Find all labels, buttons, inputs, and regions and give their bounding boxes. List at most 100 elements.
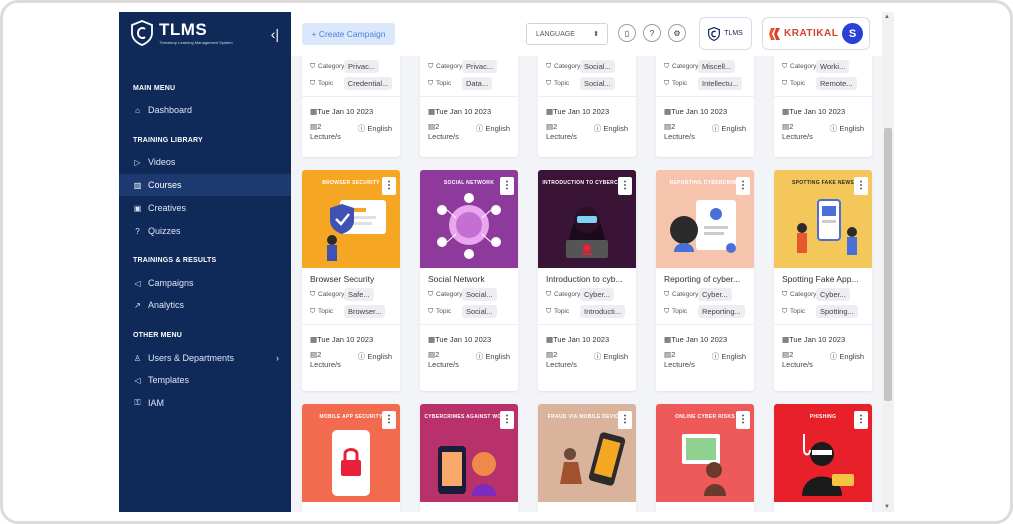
more-options-button[interactable]: ⋮ — [500, 177, 514, 195]
topic-label: Topic — [554, 80, 570, 87]
course-card[interactable]: ⛉ Category Privac... ⛉ Topic Data... ▦ Tue Ja… — [420, 56, 518, 157]
calendar-icon: ▦ — [310, 335, 318, 344]
more-options-button[interactable]: ⋮ — [854, 411, 868, 429]
calendar-icon: ▦ — [546, 107, 554, 116]
more-options-button[interactable]: ⋮ — [500, 411, 514, 429]
lecture-unit: Lecture/s — [782, 360, 813, 369]
scroll-down-icon[interactable]: ▼ — [884, 504, 890, 510]
lecture-count: 2 — [435, 350, 440, 359]
more-options-button[interactable]: ⋮ — [618, 411, 632, 429]
sidebar-item-creatives[interactable]: ▣ Creatives — [119, 197, 291, 219]
sidebar-item-templates[interactable]: ◁ Templates — [119, 369, 291, 391]
sidebar-item-courses[interactable]: ▥ Courses — [119, 174, 291, 196]
more-options-button[interactable]: ⋮ — [382, 411, 396, 429]
sidebar-item-dashboard[interactable]: ⌂ Dashboard — [119, 99, 291, 121]
course-language: English — [721, 351, 746, 361]
more-options-button[interactable]: ⋮ — [736, 177, 750, 195]
tlms-product-badge[interactable]: TLMS — [699, 17, 752, 50]
course-card[interactable]: ONLINE CYBER RISKS ⋮ — [656, 404, 754, 512]
course-card[interactable]: REPORTING CYBERCRIME ⋮ Reporting of cybe… — [656, 170, 754, 391]
category-chip: Privac... — [344, 60, 380, 73]
lecture-unit: Lecture/s — [664, 132, 695, 141]
book-icon: ▥ — [133, 180, 142, 190]
info-icon: ⓘ — [357, 351, 366, 361]
more-options-button[interactable]: ⋮ — [736, 411, 750, 429]
date-row: ▦ Tue Jan 10 2023 — [538, 96, 636, 118]
course-language: English — [721, 123, 746, 133]
bookmark-icon: ⛉ — [428, 307, 434, 315]
organization-badge[interactable]: KRATIKAL S — [762, 17, 870, 50]
course-card[interactable]: MOBILE APP SECURITY ⋮ — [302, 404, 400, 512]
course-title: Social Network — [428, 274, 485, 284]
home-icon: ⌂ — [135, 105, 140, 115]
course-card[interactable]: ⛉ Category Social... ⛉ Topic Social... ▦ Tue … — [538, 56, 636, 157]
topic-label: Topic — [554, 308, 570, 315]
category-label: Category — [554, 63, 581, 70]
course-language: English — [367, 123, 392, 133]
chevron-right-icon: › — [276, 353, 279, 363]
topic-label: Topic — [318, 308, 334, 315]
topic-label: Topic — [436, 308, 452, 315]
scroll-up-icon[interactable]: ▲ — [884, 14, 890, 20]
course-thumbnail: CYBERCRIMES AGAINST WOMEN ⋮ — [420, 404, 518, 502]
info-icon: ⓘ — [475, 123, 484, 133]
scrollbar-thumb[interactable] — [884, 128, 892, 401]
course-card[interactable]: SPOTTING FAKE NEWS ⋮ Spotting Fake App..… — [774, 170, 872, 391]
collapse-sidebar-icon[interactable]: ‹| — [271, 27, 279, 41]
topic-row: ⛉ Topic Social... — [538, 75, 636, 92]
sidebar-item-quizzes[interactable]: ? Quizzes — [119, 220, 291, 242]
category-label: Category — [790, 63, 817, 70]
more-options-button[interactable]: ⋮ — [618, 177, 632, 195]
settings-icon[interactable]: ⚙ — [668, 24, 686, 42]
course-card[interactable]: ⛉ Category Miscell... ⛉ Topic Intellectu... … — [656, 56, 754, 157]
more-options-button[interactable]: ⋮ — [382, 177, 396, 195]
course-card[interactable]: BROWSER SECURITY ⋮ Browser Security ⛉ Cat… — [302, 170, 400, 391]
card-footer: ▤2 Lecture/s ⓘ English — [538, 118, 636, 148]
course-card[interactable]: CYBERCRIMES AGAINST WOMEN ⋮ — [420, 404, 518, 512]
chart-icon: ↗ — [134, 300, 141, 310]
date-row: ▦ Tue Jan 10 2023 — [420, 324, 518, 346]
sidebar-item-iam[interactable]: ⚿ IAM — [119, 392, 291, 414]
bookmark-icon: ⛉ — [428, 290, 434, 298]
bookmark-icon: ⛉ — [664, 290, 670, 298]
lecture-unit: Lecture/s — [546, 132, 577, 141]
sidebar-item-videos[interactable]: ▷ Videos — [119, 151, 291, 173]
bookmark-icon: ⛉ — [782, 62, 788, 70]
category-chip: Miscell... — [698, 60, 736, 73]
create-campaign-button[interactable]: + Create Campaign — [302, 23, 395, 45]
info-icon: ⓘ — [829, 123, 838, 133]
bookmark-icon: ⛉ — [664, 307, 670, 315]
topic-row: ⛉ Topic Data... — [420, 75, 518, 92]
sidebar-item-analytics[interactable]: ↗ Analytics — [119, 294, 291, 316]
sidebar-item-campaigns[interactable]: ◁ Campaigns — [119, 272, 291, 294]
course-language: English — [839, 123, 864, 133]
lecture-count: 2 — [317, 122, 322, 131]
topic-row: ⛉ Topic Browser... — [302, 303, 400, 320]
bookmark-icon: ⛉ — [310, 307, 316, 315]
topic-chip: Remote... — [816, 77, 857, 90]
lecture-count: 2 — [789, 350, 794, 359]
course-thumbnail: SPOTTING FAKE NEWS ⋮ — [774, 170, 872, 268]
category-label: Category — [672, 291, 699, 298]
bookmark-icon: ⛉ — [428, 62, 434, 70]
lecture-unit: Lecture/s — [310, 360, 341, 369]
course-card[interactable]: PHISHING ⋮ — [774, 404, 872, 512]
sidebar-item-users-departments[interactable]: ♙ Users & Departments › — [119, 347, 291, 369]
book-open-icon[interactable]: ▯ — [618, 24, 636, 42]
sidebar-item-label: Courses — [148, 180, 182, 190]
info-icon: ⓘ — [357, 123, 366, 133]
card-footer: ▤2 Lecture/s ⓘ English — [774, 118, 872, 148]
vertical-scrollbar[interactable]: ▲ ▼ — [882, 12, 894, 512]
language-select[interactable]: LANGUAGE ⬍ — [526, 23, 608, 45]
course-card[interactable]: ⛉ Category Worki... ⛉ Topic Remote... ▦ Tue J… — [774, 56, 872, 157]
more-options-button[interactable]: ⋮ — [854, 177, 868, 195]
app-window: TLMS Threatcop Learning Management Syste… — [119, 12, 894, 512]
help-icon[interactable]: ? — [643, 24, 661, 42]
course-card[interactable]: SOCIAL NETWORK ⋮ Social Network ⛉ Categor… — [420, 170, 518, 391]
avatar[interactable]: S — [842, 23, 863, 44]
course-card[interactable]: ⛉ Category Privac... ⛉ Topic Credential... ▦… — [302, 56, 400, 157]
course-card[interactable]: FRAUD VIA MOBILE DEVICES ⋮ — [538, 404, 636, 512]
topic-chip: Social... — [462, 305, 497, 318]
course-card[interactable]: INTRODUCTION TO CYBERCRIME ⋮ Introductio… — [538, 170, 636, 391]
date-row: ▦ Tue Jan 10 2023 — [656, 324, 754, 346]
